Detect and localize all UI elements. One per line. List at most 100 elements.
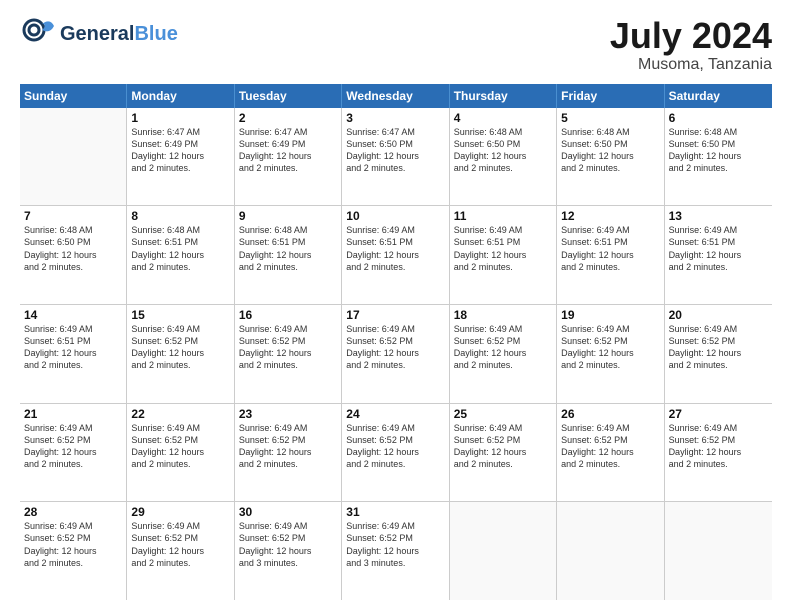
day-number: 25: [454, 407, 552, 421]
empty-cell: [557, 502, 664, 600]
day-number: 29: [131, 505, 229, 519]
day-number: 28: [24, 505, 122, 519]
logo: GeneralBlue: [20, 16, 178, 52]
day-number: 23: [239, 407, 337, 421]
day-info: Sunrise: 6:49 AM Sunset: 6:52 PM Dayligh…: [131, 422, 229, 471]
day-number: 7: [24, 209, 122, 223]
day-cell-18: 18Sunrise: 6:49 AM Sunset: 6:52 PM Dayli…: [450, 305, 557, 403]
day-cell-12: 12Sunrise: 6:49 AM Sunset: 6:51 PM Dayli…: [557, 206, 664, 304]
day-number: 16: [239, 308, 337, 322]
calendar-body: 1Sunrise: 6:47 AM Sunset: 6:49 PM Daylig…: [20, 108, 772, 600]
day-number: 8: [131, 209, 229, 223]
day-info: Sunrise: 6:49 AM Sunset: 6:52 PM Dayligh…: [561, 422, 659, 471]
day-cell-24: 24Sunrise: 6:49 AM Sunset: 6:52 PM Dayli…: [342, 404, 449, 502]
day-cell-6: 6Sunrise: 6:48 AM Sunset: 6:50 PM Daylig…: [665, 108, 772, 206]
day-number: 14: [24, 308, 122, 322]
day-info: Sunrise: 6:49 AM Sunset: 6:52 PM Dayligh…: [669, 422, 768, 471]
day-info: Sunrise: 6:49 AM Sunset: 6:51 PM Dayligh…: [561, 224, 659, 273]
day-cell-7: 7Sunrise: 6:48 AM Sunset: 6:50 PM Daylig…: [20, 206, 127, 304]
calendar-location: Musoma, Tanzania: [610, 56, 772, 74]
day-info: Sunrise: 6:49 AM Sunset: 6:52 PM Dayligh…: [454, 323, 552, 372]
day-number: 3: [346, 111, 444, 125]
day-info: Sunrise: 6:49 AM Sunset: 6:52 PM Dayligh…: [346, 520, 444, 569]
day-info: Sunrise: 6:48 AM Sunset: 6:50 PM Dayligh…: [454, 126, 552, 175]
weekday-header-tuesday: Tuesday: [235, 84, 342, 108]
calendar-header: SundayMondayTuesdayWednesdayThursdayFrid…: [20, 84, 772, 108]
weekday-header-thursday: Thursday: [450, 84, 557, 108]
calendar-row-2: 7Sunrise: 6:48 AM Sunset: 6:50 PM Daylig…: [20, 206, 772, 305]
day-cell-21: 21Sunrise: 6:49 AM Sunset: 6:52 PM Dayli…: [20, 404, 127, 502]
day-cell-2: 2Sunrise: 6:47 AM Sunset: 6:49 PM Daylig…: [235, 108, 342, 206]
calendar-title: July 2024: [610, 16, 772, 56]
day-number: 1: [131, 111, 229, 125]
day-cell-26: 26Sunrise: 6:49 AM Sunset: 6:52 PM Dayli…: [557, 404, 664, 502]
day-cell-30: 30Sunrise: 6:49 AM Sunset: 6:52 PM Dayli…: [235, 502, 342, 600]
day-number: 12: [561, 209, 659, 223]
calendar-row-3: 14Sunrise: 6:49 AM Sunset: 6:51 PM Dayli…: [20, 305, 772, 404]
weekday-header-sunday: Sunday: [20, 84, 127, 108]
day-cell-9: 9Sunrise: 6:48 AM Sunset: 6:51 PM Daylig…: [235, 206, 342, 304]
day-info: Sunrise: 6:47 AM Sunset: 6:49 PM Dayligh…: [239, 126, 337, 175]
day-number: 26: [561, 407, 659, 421]
day-info: Sunrise: 6:48 AM Sunset: 6:50 PM Dayligh…: [561, 126, 659, 175]
day-number: 6: [669, 111, 768, 125]
day-info: Sunrise: 6:48 AM Sunset: 6:50 PM Dayligh…: [24, 224, 122, 273]
day-number: 18: [454, 308, 552, 322]
day-info: Sunrise: 6:49 AM Sunset: 6:51 PM Dayligh…: [346, 224, 444, 273]
day-cell-3: 3Sunrise: 6:47 AM Sunset: 6:50 PM Daylig…: [342, 108, 449, 206]
page: GeneralBlue July 2024 Musoma, Tanzania S…: [0, 0, 792, 612]
day-info: Sunrise: 6:48 AM Sunset: 6:51 PM Dayligh…: [131, 224, 229, 273]
day-number: 10: [346, 209, 444, 223]
day-info: Sunrise: 6:49 AM Sunset: 6:52 PM Dayligh…: [346, 422, 444, 471]
day-cell-8: 8Sunrise: 6:48 AM Sunset: 6:51 PM Daylig…: [127, 206, 234, 304]
header: GeneralBlue July 2024 Musoma, Tanzania: [20, 16, 772, 74]
empty-cell: [450, 502, 557, 600]
day-cell-4: 4Sunrise: 6:48 AM Sunset: 6:50 PM Daylig…: [450, 108, 557, 206]
day-info: Sunrise: 6:49 AM Sunset: 6:51 PM Dayligh…: [24, 323, 122, 372]
day-cell-15: 15Sunrise: 6:49 AM Sunset: 6:52 PM Dayli…: [127, 305, 234, 403]
day-info: Sunrise: 6:49 AM Sunset: 6:51 PM Dayligh…: [454, 224, 552, 273]
day-number: 15: [131, 308, 229, 322]
day-number: 13: [669, 209, 768, 223]
empty-cell: [20, 108, 127, 206]
day-info: Sunrise: 6:49 AM Sunset: 6:52 PM Dayligh…: [24, 520, 122, 569]
day-cell-10: 10Sunrise: 6:49 AM Sunset: 6:51 PM Dayli…: [342, 206, 449, 304]
day-number: 4: [454, 111, 552, 125]
empty-cell: [665, 502, 772, 600]
day-info: Sunrise: 6:49 AM Sunset: 6:52 PM Dayligh…: [454, 422, 552, 471]
day-info: Sunrise: 6:48 AM Sunset: 6:50 PM Dayligh…: [669, 126, 768, 175]
calendar-row-4: 21Sunrise: 6:49 AM Sunset: 6:52 PM Dayli…: [20, 404, 772, 503]
day-info: Sunrise: 6:49 AM Sunset: 6:52 PM Dayligh…: [131, 520, 229, 569]
day-cell-28: 28Sunrise: 6:49 AM Sunset: 6:52 PM Dayli…: [20, 502, 127, 600]
day-number: 20: [669, 308, 768, 322]
day-cell-23: 23Sunrise: 6:49 AM Sunset: 6:52 PM Dayli…: [235, 404, 342, 502]
logo-blue: Blue: [134, 23, 177, 45]
day-info: Sunrise: 6:49 AM Sunset: 6:52 PM Dayligh…: [239, 520, 337, 569]
day-number: 22: [131, 407, 229, 421]
day-cell-16: 16Sunrise: 6:49 AM Sunset: 6:52 PM Dayli…: [235, 305, 342, 403]
title-block: July 2024 Musoma, Tanzania: [610, 16, 772, 74]
day-info: Sunrise: 6:49 AM Sunset: 6:52 PM Dayligh…: [669, 323, 768, 372]
day-number: 31: [346, 505, 444, 519]
day-info: Sunrise: 6:49 AM Sunset: 6:52 PM Dayligh…: [239, 323, 337, 372]
day-info: Sunrise: 6:47 AM Sunset: 6:50 PM Dayligh…: [346, 126, 444, 175]
day-info: Sunrise: 6:49 AM Sunset: 6:52 PM Dayligh…: [239, 422, 337, 471]
day-number: 17: [346, 308, 444, 322]
calendar: SundayMondayTuesdayWednesdayThursdayFrid…: [20, 84, 772, 600]
day-cell-11: 11Sunrise: 6:49 AM Sunset: 6:51 PM Dayli…: [450, 206, 557, 304]
day-number: 11: [454, 209, 552, 223]
day-cell-13: 13Sunrise: 6:49 AM Sunset: 6:51 PM Dayli…: [665, 206, 772, 304]
day-cell-27: 27Sunrise: 6:49 AM Sunset: 6:52 PM Dayli…: [665, 404, 772, 502]
day-number: 24: [346, 407, 444, 421]
day-info: Sunrise: 6:47 AM Sunset: 6:49 PM Dayligh…: [131, 126, 229, 175]
day-cell-22: 22Sunrise: 6:49 AM Sunset: 6:52 PM Dayli…: [127, 404, 234, 502]
day-info: Sunrise: 6:49 AM Sunset: 6:52 PM Dayligh…: [131, 323, 229, 372]
day-number: 2: [239, 111, 337, 125]
day-cell-20: 20Sunrise: 6:49 AM Sunset: 6:52 PM Dayli…: [665, 305, 772, 403]
weekday-header-wednesday: Wednesday: [342, 84, 449, 108]
day-number: 27: [669, 407, 768, 421]
day-number: 30: [239, 505, 337, 519]
day-cell-14: 14Sunrise: 6:49 AM Sunset: 6:51 PM Dayli…: [20, 305, 127, 403]
calendar-row-1: 1Sunrise: 6:47 AM Sunset: 6:49 PM Daylig…: [20, 108, 772, 207]
day-number: 5: [561, 111, 659, 125]
